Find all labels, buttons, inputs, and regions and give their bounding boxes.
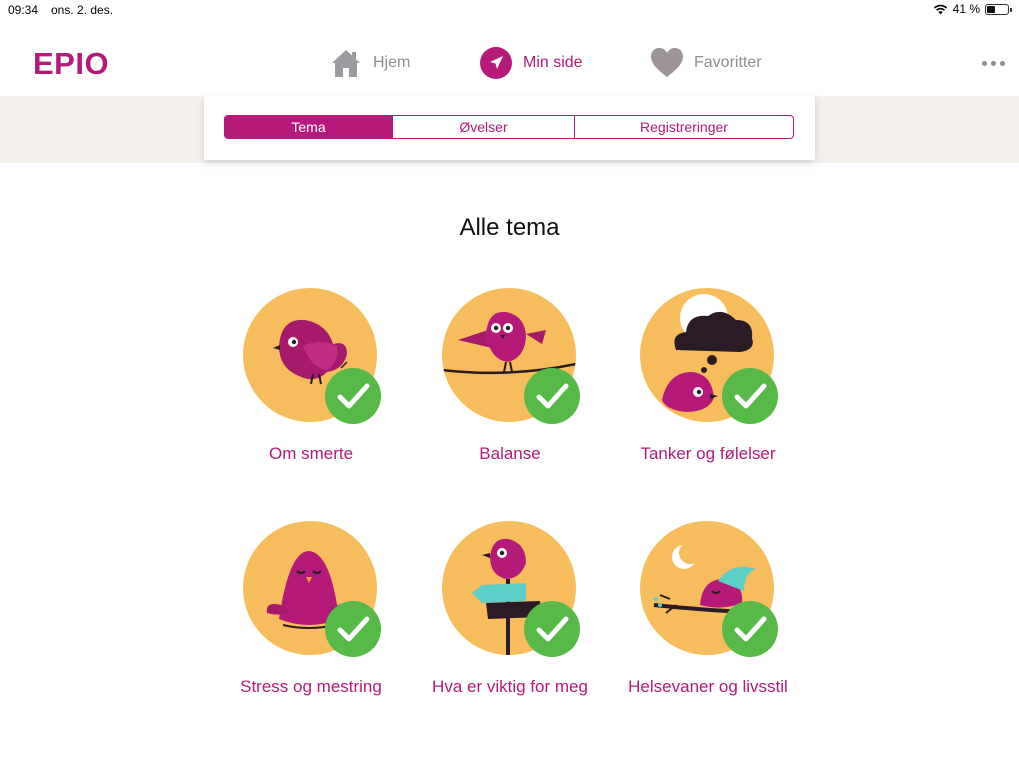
topic-tile-balanse[interactable]: Balanse: [410, 288, 610, 463]
topic-tile-om-smerte[interactable]: Om smerte: [211, 288, 411, 463]
status-bar: 09:34 ons. 2. des. 41 %: [0, 0, 1019, 20]
segment-card: Tema Øvelser Registreringer: [204, 96, 815, 160]
completed-check-icon: [722, 601, 778, 657]
topic-label: Om smerte: [268, 444, 354, 463]
status-time: 09:34: [8, 3, 39, 17]
completed-check-icon: [722, 368, 778, 424]
topic-label: Balanse: [479, 444, 541, 463]
topic-label: Helsevaner og livsstil: [628, 677, 788, 696]
segmented-control: Tema Øvelser Registreringer: [224, 115, 794, 139]
more-dot: [982, 61, 987, 66]
topic-tile-hva-er-viktig-for-meg[interactable]: Hva er viktig for meg: [410, 521, 610, 696]
topic-illustration: [243, 288, 381, 424]
status-right: 41 %: [933, 2, 1012, 16]
nav-favorites-label: Favoritter: [694, 54, 762, 71]
epio-logo[interactable]: EPIO: [33, 46, 109, 82]
more-dots-icon[interactable]: [982, 61, 1005, 66]
battery-fill: [987, 5, 996, 13]
completed-check-icon: [325, 601, 381, 657]
topic-illustration: [640, 288, 778, 424]
topic-label: Hva er viktig for meg: [432, 677, 588, 696]
topic-illustration: [243, 521, 381, 657]
heart-icon: [650, 46, 684, 80]
completed-check-icon: [524, 601, 580, 657]
location-arrow-icon: [479, 46, 513, 80]
status-date: ons. 2. des.: [51, 3, 114, 17]
tab-tema[interactable]: Tema: [225, 116, 392, 138]
section-title: Alle tema: [459, 214, 560, 241]
nav-home[interactable]: Hjem: [329, 46, 410, 80]
topic-tile-tanker-og-folelser[interactable]: Tanker og følelser: [608, 288, 808, 463]
topic-illustration: [640, 521, 778, 657]
top-navigation: EPIO Hjem Min side Favoritter: [0, 20, 1019, 97]
battery-percent: 41 %: [952, 2, 980, 16]
wifi-icon: [933, 4, 947, 14]
topic-illustration: [442, 521, 580, 657]
tab-registreringer[interactable]: Registreringer: [574, 116, 793, 138]
topic-label: Tanker og følelser: [640, 444, 776, 463]
nav-home-label: Hjem: [373, 54, 411, 71]
battery-icon: [985, 3, 1012, 15]
home-icon: [329, 46, 363, 80]
topic-tile-helsevaner-og-livsstil[interactable]: Helsevaner og livsstil: [608, 521, 808, 696]
nav-min-side[interactable]: Min side: [479, 46, 583, 80]
topic-tile-stress-og-mestring[interactable]: Stress og mestring: [211, 521, 411, 696]
topic-illustration: [442, 288, 580, 424]
nav-favorites[interactable]: Favoritter: [650, 46, 762, 80]
completed-check-icon: [325, 368, 381, 424]
more-dot: [1000, 61, 1005, 66]
tab-ovelser[interactable]: Øvelser: [392, 116, 574, 138]
completed-check-icon: [524, 368, 580, 424]
topic-label: Stress og mestring: [240, 677, 382, 696]
more-dot: [991, 61, 996, 66]
nav-min-side-label: Min side: [523, 54, 583, 71]
